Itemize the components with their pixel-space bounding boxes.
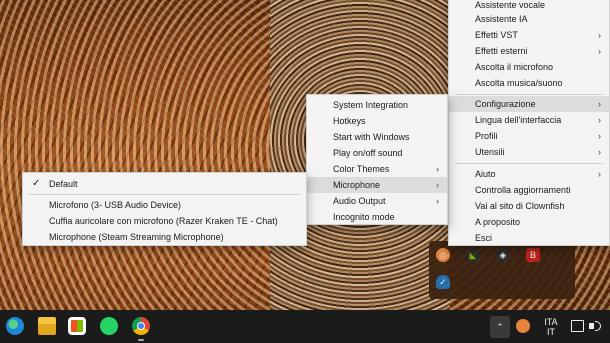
- tray-chevron-button[interactable]: ⌃: [490, 316, 510, 338]
- menu-item-start-with-windows[interactable]: Start with Windows: [307, 129, 447, 145]
- menu-item-esci[interactable]: Esci: [449, 230, 609, 246]
- taskbar: ⌃ ITA IT: [0, 310, 610, 343]
- menu-item-utensili[interactable]: Utensili ›: [449, 144, 609, 160]
- speaker-wave: [595, 321, 601, 331]
- menu-item-configurazione[interactable]: Configurazione ›: [449, 96, 609, 112]
- security-tray-icon[interactable]: ◈: [496, 248, 510, 262]
- menu-item-hotkeys[interactable]: Hotkeys: [307, 113, 447, 129]
- menu-item-microphone[interactable]: Microphone ›: [307, 177, 447, 193]
- app-b-tray-icon[interactable]: B: [526, 248, 540, 262]
- menu-item-audio-output[interactable]: Audio Output ›: [307, 193, 447, 209]
- chevron-right-icon: ›: [436, 164, 439, 174]
- clownfish-taskbar-tray-icon[interactable]: [516, 319, 530, 333]
- nvidia-tray-icon[interactable]: ◣: [466, 248, 480, 262]
- defender-tray-icon[interactable]: ✓: [436, 275, 450, 289]
- chevron-right-icon: ›: [598, 99, 601, 109]
- menu-item-controlla-aggiornamenti[interactable]: Controlla aggiornamenti: [449, 182, 609, 198]
- tray-overflow-flyout: ◎ ◣ ◈ B ✓: [429, 241, 575, 299]
- menu-item-assistente-ia[interactable]: Assistente IA: [449, 11, 609, 27]
- whatsapp-icon[interactable]: [100, 317, 118, 335]
- menu-item-play-sound[interactable]: Play on/off sound: [307, 145, 447, 161]
- menu-item-effetti-esterni[interactable]: Effetti esterni ›: [449, 43, 609, 59]
- edge-icon[interactable]: [6, 317, 24, 335]
- microphone-submenu: ✓ Default Microfono (3- USB Audio Device)…: [22, 172, 307, 246]
- menu-separator: [455, 94, 603, 95]
- chevron-right-icon: ›: [436, 180, 439, 190]
- speaker-shape: [589, 323, 594, 329]
- chrome-icon[interactable]: [132, 317, 150, 335]
- chevron-right-icon: ›: [598, 30, 601, 40]
- volume-icon[interactable]: [589, 320, 602, 332]
- menu-item-ascolta-musica[interactable]: Ascolta musica/suono: [449, 75, 609, 91]
- chevron-right-icon: ›: [598, 131, 601, 141]
- chevron-right-icon: ›: [436, 196, 439, 206]
- menu-item-mic-default[interactable]: ✓ Default: [23, 176, 306, 192]
- chrome-running-indicator: [138, 339, 144, 341]
- menu-separator: [29, 194, 300, 195]
- network-icon[interactable]: [571, 320, 584, 332]
- menu-item-vai-al-sito[interactable]: Vai al sito di Clownfish: [449, 198, 609, 214]
- chevron-right-icon: ›: [598, 46, 601, 56]
- file-explorer-icon[interactable]: [38, 317, 56, 335]
- menu-item-incognito[interactable]: Incognito mode: [307, 209, 447, 225]
- clownfish-context-menu: Assistente vocale Assistente IA Effetti …: [448, 0, 610, 246]
- checkmark-icon: ✓: [32, 178, 41, 189]
- microsoft-store-icon[interactable]: [68, 317, 86, 335]
- chevron-up-icon: ⌃: [496, 322, 504, 332]
- menu-item-aiuto[interactable]: Aiuto ›: [449, 166, 609, 182]
- chevron-right-icon: ›: [598, 147, 601, 157]
- menu-item-a-proposito[interactable]: A proposito: [449, 214, 609, 230]
- menu-separator: [455, 163, 603, 164]
- chrome-center-icon: [137, 322, 145, 330]
- menu-item-color-themes[interactable]: Color Themes ›: [307, 161, 447, 177]
- menu-item-profili[interactable]: Profili ›: [449, 128, 609, 144]
- menu-item-system-integration[interactable]: System Integration: [307, 97, 447, 113]
- chevron-right-icon: ›: [598, 115, 601, 125]
- clownfish-tray-icon[interactable]: ◎: [436, 248, 450, 262]
- menu-item-lingua[interactable]: Lingua dell'interfaccia ›: [449, 112, 609, 128]
- language-indicator[interactable]: ITA IT: [538, 315, 564, 339]
- menu-item-ascolta-microfono[interactable]: Ascolta il microfono: [449, 59, 609, 75]
- menu-item-mic-razer[interactable]: Cuffia auricolare con microfono (Razer K…: [23, 213, 306, 229]
- config-submenu: System Integration Hotkeys Start with Wi…: [306, 94, 448, 225]
- menu-item-mic-steam[interactable]: Microphone (Steam Streaming Microphone): [23, 229, 306, 245]
- chevron-right-icon: ›: [598, 169, 601, 179]
- menu-item-effetti-vst[interactable]: Effetti VST ›: [449, 27, 609, 43]
- menu-item-mic-usb[interactable]: Microfono (3- USB Audio Device): [23, 197, 306, 213]
